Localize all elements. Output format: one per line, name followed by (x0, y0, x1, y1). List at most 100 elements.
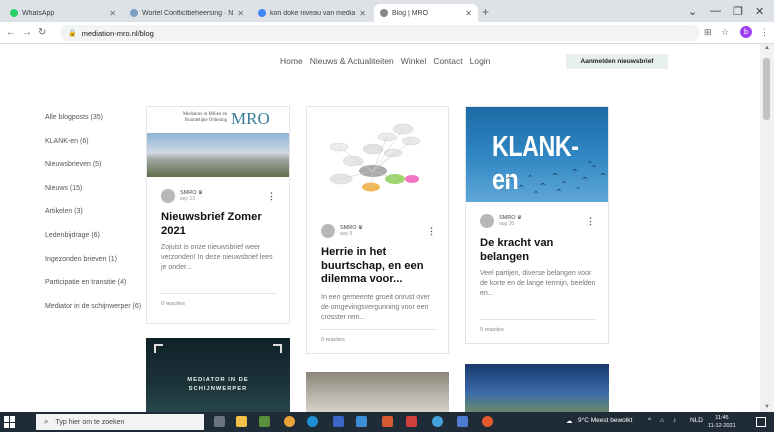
url-bar[interactable]: 🔒 mediation-mro.nl/blog (60, 25, 700, 41)
blog-post-card[interactable] (306, 372, 449, 412)
taskbar-search-box[interactable]: ⌕ Typ hier om te zoeken (36, 414, 204, 430)
category-artikelen[interactable]: Artikelen (3) (45, 207, 141, 231)
blog-post-card[interactable]: SMRO ♛ sep 9 ⋮ Herrie in het buurtschap,… (306, 106, 449, 354)
file-explorer-icon[interactable] (236, 416, 247, 427)
nav-contact[interactable]: Contact (433, 56, 462, 66)
back-arrow-icon[interactable]: ← (6, 27, 16, 38)
tray-chevron-icon[interactable]: ^ (648, 417, 651, 424)
subscribe-newsletter-button[interactable]: Aanmelden nieuwsbrief (566, 54, 668, 69)
card-divider (321, 329, 437, 330)
teams-icon[interactable] (457, 416, 468, 427)
category-klank-en[interactable]: KLANK-en (6) (45, 137, 141, 161)
reload-icon[interactable]: ↻ (38, 27, 46, 38)
post-title[interactable]: Nieuwsbrief Zomer 2021 (161, 211, 277, 238)
network-icon[interactable]: ⌂ (660, 417, 664, 424)
category-ingezonden-brieven[interactable]: Ingezonden brieven (1) (45, 255, 141, 279)
tab-google-search[interactable]: kon doke niveau van mediator ✕ (252, 4, 372, 22)
site-header: Home Nieuws & Actualiteiten Winkel Conta… (0, 44, 760, 80)
scroll-down-icon[interactable]: ▼ (764, 404, 770, 410)
volume-icon[interactable]: ♪ (673, 417, 676, 424)
scroll-up-icon[interactable]: ▲ (764, 45, 770, 51)
card-divider (480, 319, 596, 320)
menu-dots-icon[interactable]: ⋮ (760, 27, 769, 38)
nav-nieuws[interactable]: Nieuws & Actualiteiten (310, 56, 394, 66)
mindmap-diagram-image (307, 107, 448, 203)
weather-text[interactable]: 9°C Meest bewolkt (578, 417, 632, 424)
comment-count[interactable]: 0 reacties (480, 327, 504, 333)
tab-whatsapp[interactable]: WhatsApp ✕ (4, 4, 122, 22)
more-options-icon[interactable]: ⋮ (267, 191, 276, 202)
browser-app-icon[interactable] (432, 416, 443, 427)
mediator-image-text-1: MEDIATOR IN DE (187, 377, 249, 383)
post-title[interactable]: De kracht van belangen (480, 237, 596, 264)
nav-winkel[interactable]: Winkel (401, 56, 427, 66)
close-icon[interactable]: ✕ (465, 9, 472, 18)
close-window-icon[interactable]: ✕ (755, 5, 764, 18)
more-options-icon[interactable]: ⋮ (427, 226, 436, 237)
search-icon: ⌕ (44, 417, 49, 426)
post-excerpt: Zojuist is onze nieuwsbrief weer verzond… (161, 244, 273, 271)
chrome-icon[interactable] (284, 416, 295, 427)
google-icon (258, 9, 266, 17)
forward-arrow-icon[interactable]: → (22, 27, 32, 38)
close-icon[interactable]: ✕ (359, 9, 366, 18)
url-text: mediation-mro.nl/blog (81, 28, 154, 38)
author-avatar[interactable] (321, 224, 335, 238)
close-icon[interactable]: ✕ (109, 9, 116, 18)
acrobat-icon[interactable] (406, 416, 417, 427)
powerpoint-icon[interactable] (382, 416, 393, 427)
category-ledenbijdrage[interactable]: Ledenbijdrage (6) (45, 231, 141, 255)
blog-post-card[interactable]: MEDIATOR IN DE SCHIJNWERPER (146, 338, 290, 412)
minimize-icon[interactable]: — (710, 5, 721, 17)
plus-icon[interactable]: + (482, 5, 489, 19)
nav-login[interactable]: Login (470, 56, 491, 66)
clock-date: 11-12-2021 (708, 423, 736, 429)
post-date: sep 9 (340, 231, 353, 237)
klank-en-banner-image: KLANK-en (466, 107, 608, 202)
lock-icon: 🔒 (68, 30, 77, 37)
post-title[interactable]: Herrie in het buurtschap, en een dilemma… (321, 246, 441, 287)
store-icon[interactable] (259, 416, 270, 427)
category-alle-blogposts[interactable]: Alle blogposts (35) (45, 113, 141, 137)
post-meta: SMRO ♛ sep 9 (321, 224, 363, 238)
more-options-icon[interactable]: ⋮ (586, 216, 595, 227)
firefox-icon[interactable] (482, 416, 493, 427)
outlook-icon[interactable] (356, 416, 367, 427)
profile-avatar[interactable]: b (740, 26, 752, 38)
notification-icon[interactable] (756, 417, 766, 427)
close-icon[interactable]: ✕ (237, 9, 244, 18)
mediator-image-text-2: SCHIJNWERPER (188, 386, 248, 392)
extensions-icon[interactable]: ⊞ (704, 27, 712, 38)
frame-corner (154, 344, 163, 353)
category-nieuwsbrieven[interactable]: Nieuwsbrieven (5) (45, 160, 141, 184)
nav-home[interactable]: Home (280, 56, 303, 66)
mro-logo-image: Mediators in Milieu en Ruimtelijke Orden… (147, 107, 289, 133)
scrollbar-thumb[interactable] (763, 58, 770, 120)
blog-post-card[interactable] (465, 364, 609, 412)
edge-icon[interactable] (307, 416, 318, 427)
comment-count[interactable]: 0 reacties (161, 301, 185, 307)
tab-blog-mro[interactable]: Blog | MRO ✕ (374, 4, 478, 22)
language-indicator[interactable]: NLD (690, 417, 703, 424)
bookmark-star-icon[interactable]: ☆ (721, 27, 729, 38)
frame-corner (273, 344, 282, 353)
tab-wortel[interactable]: Wortel Conflictbeheersing · N... ✕ (124, 4, 250, 22)
post-date: aug 30 (499, 221, 515, 227)
author-avatar[interactable] (480, 214, 494, 228)
site-nav: Home Nieuws & Actualiteiten Winkel Conta… (280, 56, 490, 66)
category-participatie[interactable]: Participatie en transitie (4) (45, 278, 141, 302)
word-icon[interactable] (333, 416, 344, 427)
task-view-icon[interactable] (214, 416, 225, 427)
category-mediator-schijnwerper[interactable]: Mediator in de schijnwerper (6) (45, 302, 141, 326)
category-nieuws[interactable]: Nieuws (15) (45, 184, 141, 208)
blog-post-card[interactable]: KLANK-en SMRO ♛ aug 30 ⋮ De kracht van b… (465, 106, 609, 344)
windows-start-icon[interactable] (4, 416, 16, 428)
taskbar-clock[interactable]: 11:45 11-12-2021 (708, 414, 736, 430)
blog-post-card[interactable]: Mediators in Milieu en Ruimtelijke Orden… (146, 106, 290, 324)
comment-count[interactable]: 0 reacties (321, 337, 345, 343)
mro-logo-subtitle: Mediators in Milieu en Ruimtelijke Orden… (182, 112, 227, 123)
chevron-down-icon[interactable]: ⌄ (688, 5, 697, 18)
author-avatar[interactable] (161, 189, 175, 203)
post-meta: SMRO ♛ aug 30 (480, 214, 522, 228)
maximize-icon[interactable]: ❐ (733, 5, 743, 18)
